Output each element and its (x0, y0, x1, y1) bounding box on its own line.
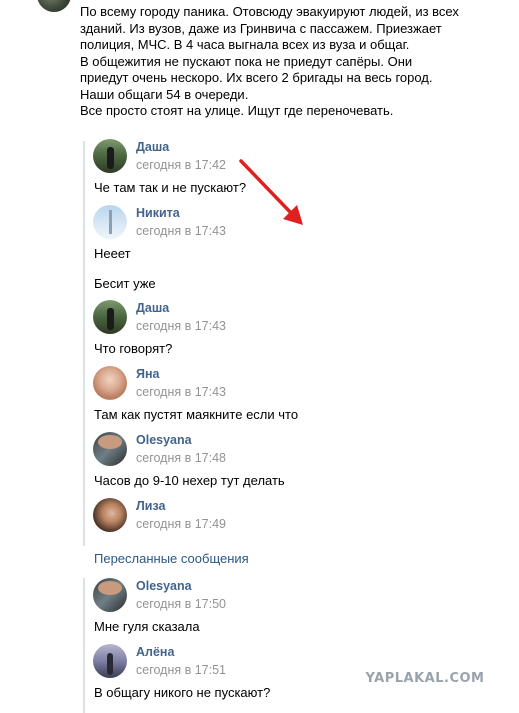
red-arrow-annotation (239, 159, 303, 225)
post-line: Все просто стоят на улице. Ищут где пере… (80, 103, 394, 118)
message-text: Что говорят? (94, 341, 173, 356)
message-text: Нееет (94, 246, 131, 261)
forwarded-messages-link[interactable]: Пересланные сообщения (94, 551, 249, 566)
message-text: Мне гуля сказала (94, 619, 200, 634)
sender-name[interactable]: Яна (136, 367, 160, 381)
author-avatar[interactable] (37, 0, 71, 12)
post-line: полиция, МЧС. В 4 часа выгнала всех из в… (80, 37, 410, 52)
message-time[interactable]: сегодня в 17:43 (136, 385, 226, 399)
message-time[interactable]: сегодня в 17:43 (136, 224, 226, 238)
post-text: По всему городу паника. Отовсюду эвакуир… (80, 4, 510, 120)
message-time[interactable]: сегодня в 17:49 (136, 517, 226, 531)
avatar[interactable] (93, 498, 127, 532)
avatar[interactable] (93, 139, 127, 173)
message-time[interactable]: сегодня в 17:42 (136, 158, 226, 172)
avatar[interactable] (93, 300, 127, 334)
post-line: приедут очень нескоро. Их всего 2 бригад… (80, 70, 433, 85)
post-line: По всему городу паника. Отовсюду эвакуир… (80, 4, 459, 19)
message-time[interactable]: сегодня в 17:50 (136, 597, 226, 611)
message-text: Бесит уже (94, 276, 156, 291)
site-watermark: YAPLAKAL.COM (356, 670, 494, 688)
message-time[interactable]: сегодня в 17:43 (136, 319, 226, 333)
message-text: Че там так и не пускают? (94, 180, 247, 195)
avatar[interactable] (93, 366, 127, 400)
message-time[interactable]: сегодня в 17:48 (136, 451, 226, 465)
message-text: В общагу никого не пускают? (94, 685, 271, 700)
forwarded-block-bar (83, 141, 85, 546)
message-text: Часов до 9-10 нехер тут делать (94, 473, 285, 488)
post-line: В общежития не пускают пока не приедут с… (80, 53, 413, 69)
avatar[interactable] (93, 205, 127, 239)
watermark-text: YAPLAKAL.COM (365, 671, 485, 686)
sender-name[interactable]: Olesyana (136, 433, 192, 447)
nested-forwarded-bar (83, 578, 85, 713)
avatar[interactable] (93, 578, 127, 612)
avatar[interactable] (93, 644, 127, 678)
sender-name[interactable]: Olesyana (136, 579, 192, 593)
avatar[interactable] (93, 432, 127, 466)
sender-name[interactable]: Даша (136, 301, 169, 315)
message-text: Там как пустят маякните если что (94, 407, 299, 422)
sender-name[interactable]: Даша (136, 140, 169, 154)
message-time[interactable]: сегодня в 17:51 (136, 663, 226, 677)
post-line: зданий. Из вузов, даже из Гринвича с пас… (80, 20, 442, 36)
sender-name[interactable]: Алёна (136, 645, 174, 659)
post-line: Наши общаги 54 в очереди. (80, 86, 249, 102)
sender-name[interactable]: Лиза (136, 499, 165, 513)
sender-name[interactable]: Никита (136, 206, 180, 220)
